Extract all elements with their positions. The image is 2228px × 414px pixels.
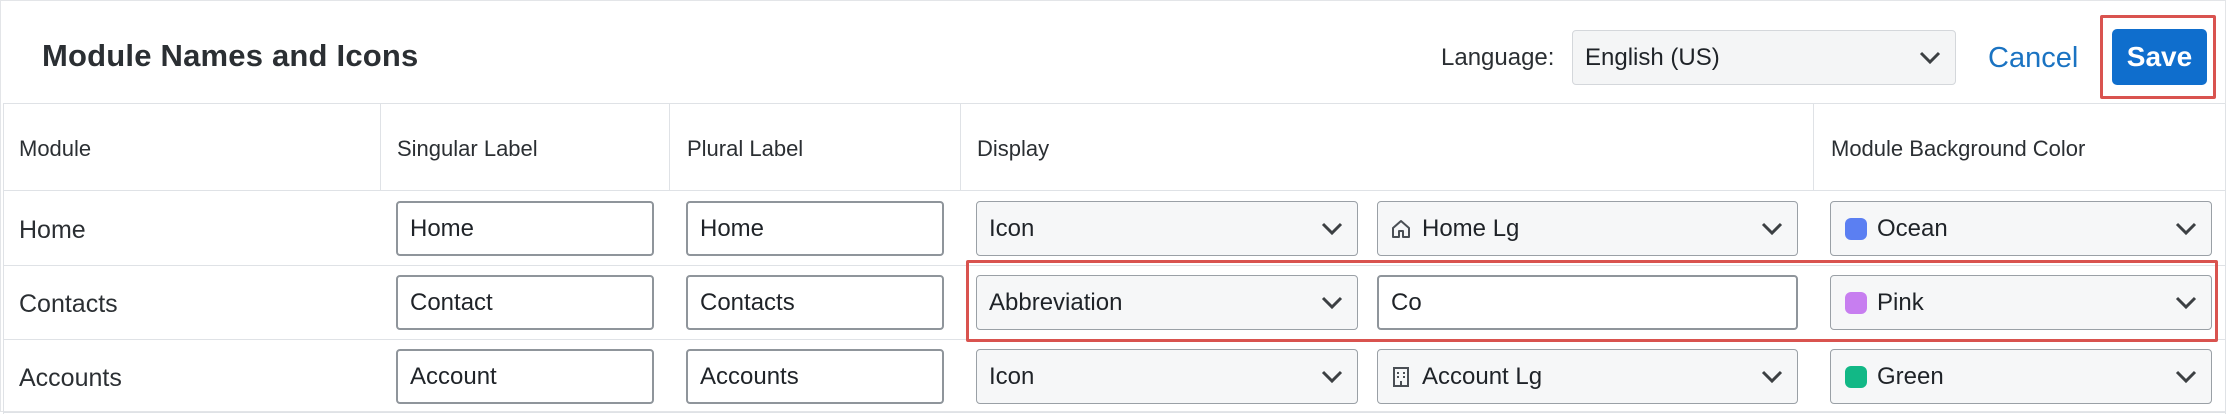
singular-label-input[interactable]: Home [396, 201, 654, 256]
column-header-module: Module [19, 136, 92, 161]
column-divider [1813, 104, 1814, 190]
chevron-down-icon [1761, 370, 1783, 384]
color-select-value: Ocean [1877, 214, 1948, 242]
language-select-value: English (US) [1585, 43, 1720, 71]
cancel-button[interactable]: Cancel [1988, 42, 2078, 75]
plural-label-input[interactable]: Home [686, 201, 944, 256]
chevron-down-icon [1321, 370, 1343, 384]
building-icon [1390, 366, 1412, 388]
column-header-display: Display [977, 136, 1050, 161]
plural-label-input[interactable]: Contacts [686, 275, 944, 330]
row-border [3, 412, 2225, 413]
icon-select[interactable]: Home Lg [1377, 201, 1798, 256]
module-name: Accounts [19, 364, 122, 392]
column-divider [2225, 104, 2226, 414]
chevron-down-icon [2175, 222, 2197, 236]
column-divider [3, 104, 4, 414]
contacts-row-highlight-box [966, 260, 2218, 342]
module-name: Home [19, 216, 86, 244]
display-type-select[interactable]: Icon [976, 201, 1358, 256]
column-header-background-color: Module Background Color [1831, 136, 2086, 161]
language-label: Language: [1441, 44, 1555, 71]
plural-label-input[interactable]: Accounts [686, 349, 944, 404]
singular-label-input[interactable]: Account [396, 349, 654, 404]
table-top-border [3, 103, 2225, 104]
color-swatch [1845, 365, 1867, 388]
home-icon [1390, 218, 1412, 240]
icon-select[interactable]: Account Lg [1377, 349, 1798, 404]
display-type-value: Icon [989, 214, 1035, 242]
column-header-singular: Singular Label [397, 136, 538, 161]
module-name: Contacts [19, 290, 118, 318]
chevron-down-icon [1321, 222, 1343, 236]
page-title: Module Names and Icons [42, 38, 419, 73]
singular-label-input[interactable]: Contact [396, 275, 654, 330]
column-divider [960, 104, 961, 190]
column-header-plural: Plural Label [687, 136, 804, 161]
icon-select-value: Account Lg [1422, 362, 1543, 390]
chevron-down-icon [2175, 370, 2197, 384]
header-row-border [3, 190, 2225, 191]
chevron-down-icon [1761, 222, 1783, 236]
save-button[interactable]: Save [2112, 29, 2207, 85]
column-divider [669, 104, 670, 190]
chevron-down-icon [1919, 51, 1941, 65]
color-select-value: Green [1877, 362, 1944, 390]
display-type-select[interactable]: Icon [976, 349, 1358, 404]
language-select[interactable]: English (US) [1572, 30, 1956, 85]
color-swatch [1845, 217, 1867, 240]
icon-select-value: Home Lg [1422, 214, 1520, 242]
column-divider [380, 104, 381, 190]
background-color-select[interactable]: Green [1830, 349, 2212, 404]
display-type-value: Icon [989, 362, 1035, 390]
background-color-select[interactable]: Ocean [1830, 201, 2212, 256]
